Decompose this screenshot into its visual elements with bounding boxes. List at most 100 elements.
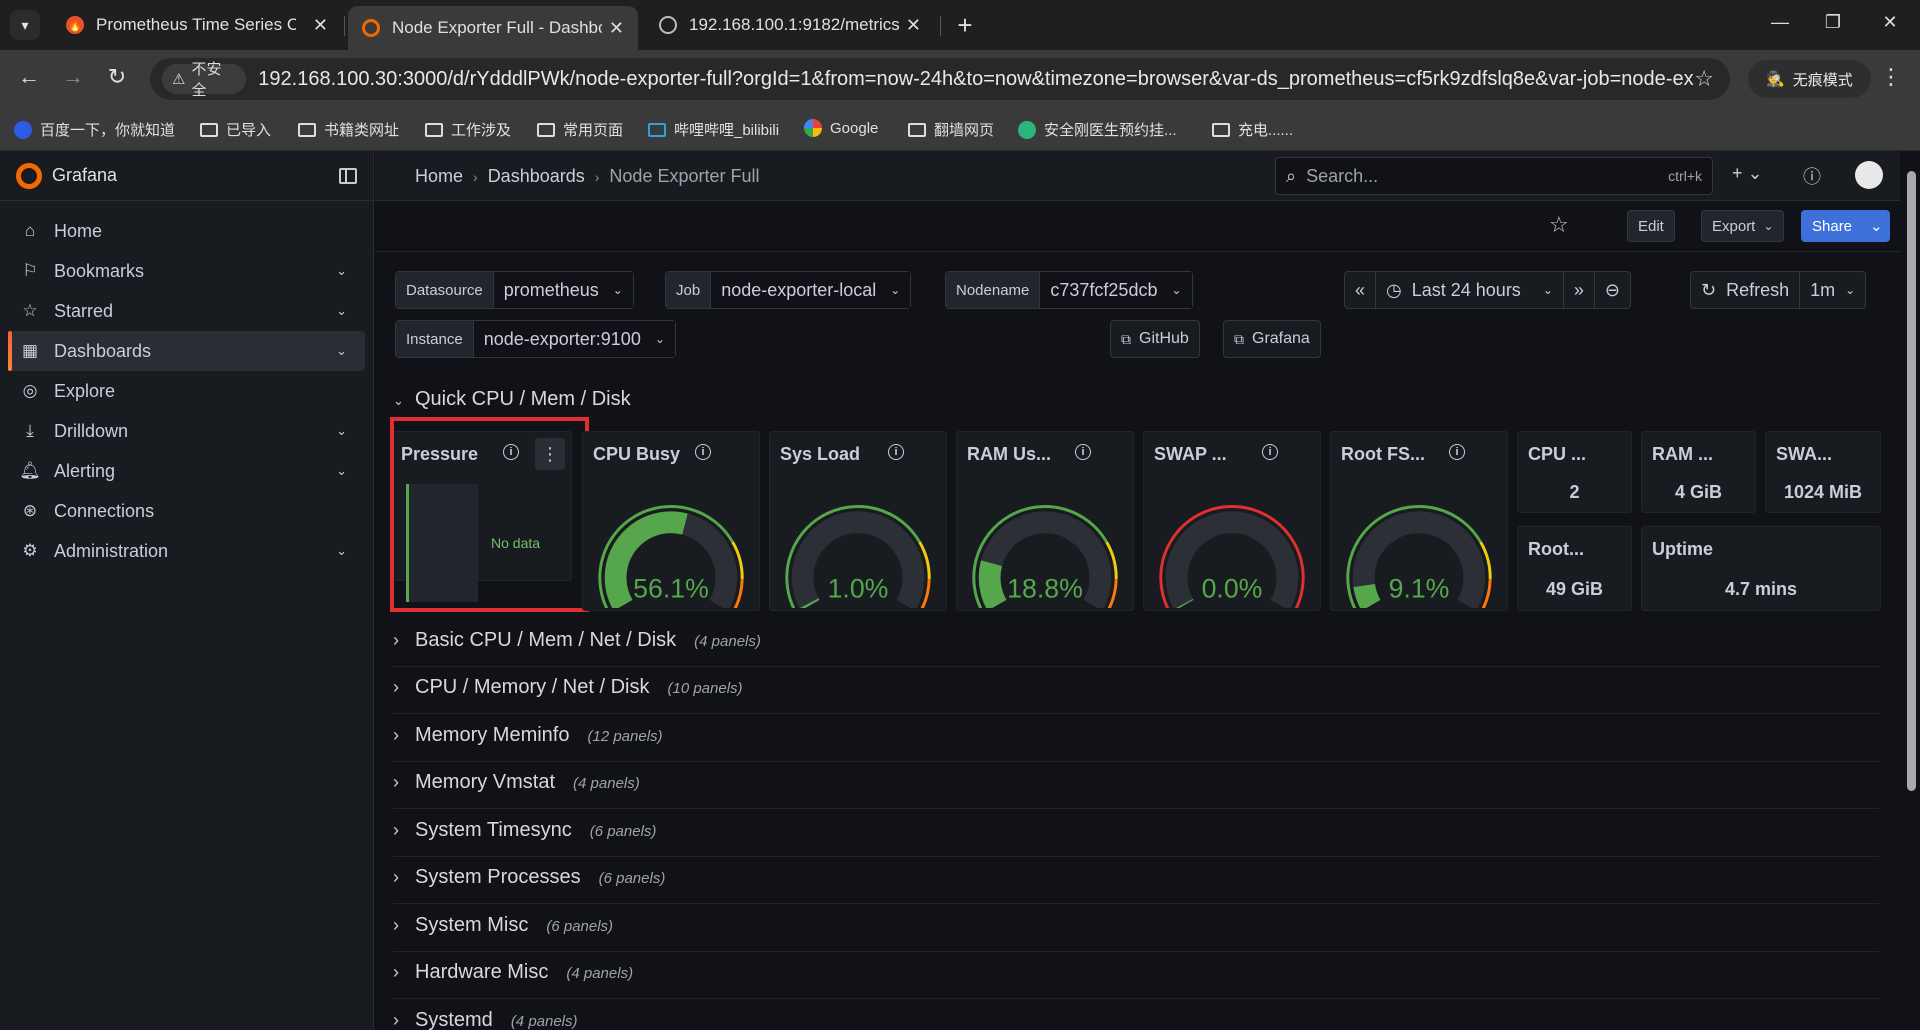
add-new-button[interactable]: + ⌄ xyxy=(1732,163,1763,184)
avatar[interactable] xyxy=(1855,161,1883,189)
bookmark-item[interactable]: Google xyxy=(804,119,878,137)
bookmark-item[interactable]: 安全刚医生预约挂... xyxy=(1018,119,1177,140)
collapsed-row[interactable]: › System Timesync (6 panels) xyxy=(393,819,656,842)
var-nodename[interactable]: Nodename c737fcf25dcb ⌄ xyxy=(945,271,1193,309)
info-icon[interactable]: i xyxy=(888,444,904,460)
breadcrumb-home[interactable]: Home xyxy=(415,166,463,187)
var-instance[interactable]: Instance node-exporter:9100 ⌄ xyxy=(395,320,676,358)
share-button[interactable]: Share xyxy=(1801,210,1864,242)
tab-node-exporter[interactable]: Node Exporter Full - Dashbo ✕ xyxy=(348,6,638,50)
collapsed-row[interactable]: › Memory Vmstat (4 panels) xyxy=(393,771,640,794)
nav-item-drilldown[interactable]: ⤓ Drilldown ⌄ xyxy=(8,411,365,451)
time-back-button[interactable]: « xyxy=(1344,271,1377,309)
var-value[interactable]: node-exporter-local ⌄ xyxy=(711,272,911,308)
var-value[interactable]: node-exporter:9100 ⌄ xyxy=(473,321,675,357)
panel-gauge[interactable]: Root FS... i 9.1% xyxy=(1330,431,1508,611)
github-link[interactable]: ⧉ GitHub xyxy=(1110,320,1200,358)
dock-menu-icon[interactable] xyxy=(339,167,357,184)
close-tab-icon[interactable]: ✕ xyxy=(609,18,624,39)
panel-stat-cpu-cores[interactable]: CPU ... 2 xyxy=(1517,431,1632,513)
bookmark-folder[interactable]: 已导入 xyxy=(200,119,271,140)
var-job[interactable]: Job node-exporter-local ⌄ xyxy=(665,271,912,309)
nav-item-home[interactable]: ⌂ Home xyxy=(8,211,365,251)
var-value[interactable]: c737fcf25dcb ⌄ xyxy=(1040,272,1192,308)
url-field[interactable]: ⚠ 不安全 192.168.100.30:3000/d/rYdddlPWk/no… xyxy=(150,58,1730,100)
export-button[interactable]: Export ⌄ xyxy=(1701,210,1785,242)
url-text[interactable]: 192.168.100.30:3000/d/rYdddlPWk/node-exp… xyxy=(258,68,1694,91)
tab-list-button[interactable]: ▾ xyxy=(10,10,40,40)
breadcrumb-dashboards[interactable]: Dashboards xyxy=(488,166,585,187)
panel-stat-swap-total[interactable]: SWA... 1024 MiB xyxy=(1765,431,1881,513)
bookmark-folder[interactable]: 充电...... xyxy=(1212,119,1293,140)
minimize-button[interactable]: — xyxy=(1760,12,1800,33)
chevron-down-icon[interactable]: ⌄ xyxy=(336,543,347,559)
bookmark-item[interactable]: 百度一下，你就知道 xyxy=(14,119,175,140)
collapsed-row[interactable]: › System Misc (6 panels) xyxy=(393,914,613,937)
grafana-link[interactable]: ⧉ Grafana xyxy=(1223,320,1321,358)
info-icon[interactable]: i xyxy=(1075,444,1091,460)
scrollbar-thumb[interactable] xyxy=(1907,171,1916,791)
reload-button[interactable]: ↻ xyxy=(102,64,132,90)
panel-stat-uptime[interactable]: Uptime 4.7 mins xyxy=(1641,526,1881,611)
new-tab-button[interactable]: + xyxy=(950,10,980,41)
time-forward-button[interactable]: » xyxy=(1562,271,1595,309)
time-range-button[interactable]: ◷ Last 24 hours ⌄ xyxy=(1375,271,1564,309)
collapsed-row[interactable]: › CPU / Memory / Net / Disk (10 panels) xyxy=(393,676,743,699)
share-dropdown-button[interactable]: ⌄ xyxy=(1862,210,1890,242)
panel-gauge[interactable]: RAM Us... i 18.8% xyxy=(956,431,1134,611)
bookmark-star-icon[interactable]: ☆ xyxy=(1694,66,1714,92)
nav-item-starred[interactable]: ☆ Starred ⌄ xyxy=(8,291,365,331)
panel-stat-ram-total[interactable]: RAM ... 4 GiB xyxy=(1641,431,1756,513)
chevron-down-icon[interactable]: ⌄ xyxy=(336,303,347,319)
info-icon[interactable]: i xyxy=(1262,444,1278,460)
collapsed-row[interactable]: › Hardware Misc (4 panels) xyxy=(393,961,633,984)
close-tab-icon[interactable]: ✕ xyxy=(313,15,328,36)
nav-item-administration[interactable]: ⚙ Administration ⌄ xyxy=(8,531,365,571)
nav-item-bookmarks[interactable]: ⚐ Bookmarks ⌄ xyxy=(8,251,365,291)
chevron-down-icon[interactable]: ⌄ xyxy=(336,423,347,439)
help-icon[interactable]: ⓘ xyxy=(1803,163,1821,189)
nav-item-explore[interactable]: ◎ Explore xyxy=(8,371,365,411)
bookmark-folder[interactable]: 翻墙网页 xyxy=(908,119,994,140)
bookmark-item[interactable]: 哔哩哔哩_bilibili xyxy=(648,119,779,140)
grafana-logo-icon[interactable] xyxy=(16,162,42,189)
incognito-indicator[interactable]: 🕵 无痕模式 xyxy=(1748,60,1871,98)
panel-gauge[interactable]: Sys Load i 1.0% xyxy=(769,431,947,611)
refresh-button[interactable]: ↻ Refresh xyxy=(1690,271,1801,309)
chevron-down-icon[interactable]: ⌄ xyxy=(336,463,347,479)
collapsed-row[interactable]: › Memory Meminfo (12 panels) xyxy=(393,724,663,747)
nav-item-dashboards[interactable]: ▦ Dashboards ⌄ xyxy=(8,331,365,371)
search-input[interactable]: ⌕ Search... ctrl+k xyxy=(1275,157,1713,195)
close-tab-icon[interactable]: ✕ xyxy=(906,15,921,36)
chevron-down-icon[interactable]: ⌄ xyxy=(336,263,347,279)
info-icon[interactable]: i xyxy=(1449,444,1465,460)
star-dashboard-icon[interactable]: ☆ xyxy=(1549,212,1569,238)
var-datasource[interactable]: Datasource prometheus ⌄ xyxy=(395,271,634,309)
insecure-badge[interactable]: ⚠ 不安全 xyxy=(162,61,247,99)
forward-button[interactable]: → xyxy=(58,64,88,90)
browser-menu-icon[interactable]: ⋮ xyxy=(1880,64,1902,90)
panel-stat-root-fs-total[interactable]: Root... 49 GiB xyxy=(1517,526,1632,611)
bookmark-folder[interactable]: 常用页面 xyxy=(537,119,623,140)
collapsed-row[interactable]: › Systemd (4 panels) xyxy=(393,1009,578,1030)
info-icon[interactable]: i xyxy=(695,444,711,460)
tab-prometheus[interactable]: 🔥 Prometheus Time Series Colle ✕ xyxy=(52,7,342,43)
refresh-interval-button[interactable]: 1m ⌄ xyxy=(1799,271,1867,309)
restore-button[interactable]: ❐ xyxy=(1813,12,1853,33)
bookmark-folder[interactable]: 书籍类网址 xyxy=(298,119,399,140)
var-value[interactable]: prometheus ⌄ xyxy=(493,272,633,308)
nav-item-connections[interactable]: ⊛ Connections xyxy=(8,491,365,531)
edit-button[interactable]: Edit xyxy=(1627,210,1675,242)
panel-gauge[interactable]: SWAP ... i 0.0% xyxy=(1143,431,1321,611)
back-button[interactable]: ← xyxy=(14,64,44,90)
bookmark-folder[interactable]: 工作涉及 xyxy=(425,119,511,140)
row-quick-cpu-mem-disk[interactable]: ⌄ Quick CPU / Mem / Disk xyxy=(393,388,631,411)
nav-item-alerting[interactable]: 🔔︎ Alerting ⌄ xyxy=(8,451,365,491)
collapsed-row[interactable]: › Basic CPU / Mem / Net / Disk (4 panels) xyxy=(393,629,761,652)
scrollbar[interactable] xyxy=(1903,151,1920,1030)
tab-metrics[interactable]: 192.168.100.1:9182/metrics ✕ xyxy=(645,7,935,43)
close-window-button[interactable]: ✕ xyxy=(1870,12,1910,33)
panel-gauge[interactable]: CPU Busy i 56.1% xyxy=(582,431,760,611)
zoom-out-button[interactable]: ⊖ xyxy=(1593,271,1631,309)
chevron-down-icon[interactable]: ⌄ xyxy=(336,343,347,359)
